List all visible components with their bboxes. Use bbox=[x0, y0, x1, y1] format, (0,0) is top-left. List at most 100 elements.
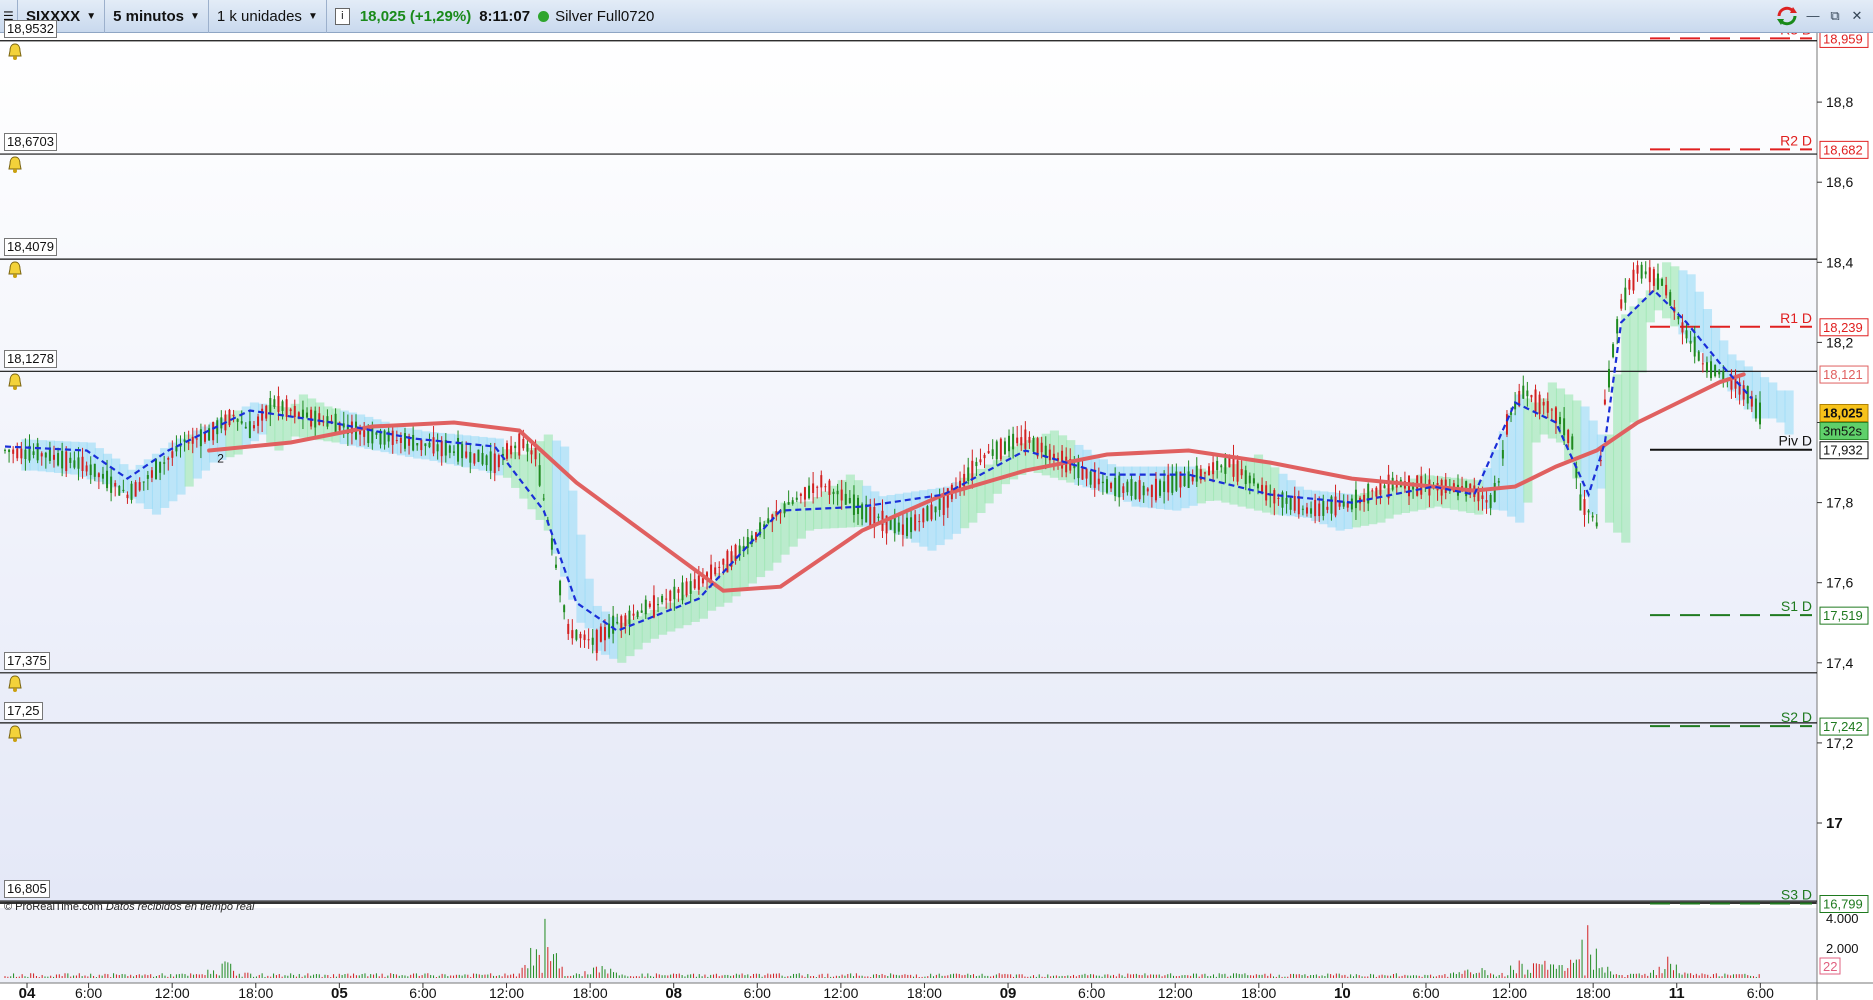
candle-body bbox=[999, 438, 1002, 460]
candle-body bbox=[44, 452, 47, 458]
x-tick-label: 18:00 bbox=[1576, 985, 1611, 1000]
candle-body bbox=[1142, 485, 1145, 496]
candle-body bbox=[1244, 470, 1247, 485]
candle-body bbox=[452, 451, 455, 453]
ma-value: 18,121 bbox=[1823, 367, 1863, 382]
candle-body bbox=[579, 634, 582, 639]
bell-icon[interactable] bbox=[7, 156, 23, 174]
candle-body bbox=[73, 460, 76, 468]
candle-body bbox=[571, 630, 574, 639]
candle-body bbox=[118, 486, 121, 496]
candle-body bbox=[1665, 284, 1668, 296]
y-tick-label: 18,2 bbox=[1826, 334, 1853, 350]
candle-body bbox=[897, 522, 900, 532]
candle-body bbox=[506, 443, 509, 459]
candle-body bbox=[1636, 265, 1639, 274]
cloud-segment bbox=[568, 490, 578, 600]
candle-body bbox=[893, 517, 896, 534]
candle-body bbox=[273, 399, 276, 407]
candle-body bbox=[530, 450, 533, 455]
candle-body bbox=[1097, 478, 1100, 485]
x-tick-label: 12:00 bbox=[823, 985, 858, 1000]
cloud-segment bbox=[1784, 390, 1794, 435]
units-selector[interactable]: 1 k unidades ▼ bbox=[209, 0, 327, 33]
candle-body bbox=[16, 448, 19, 459]
candle-body bbox=[1603, 399, 1606, 405]
candle-body bbox=[146, 475, 149, 479]
candle-body bbox=[836, 490, 839, 495]
x-tick-label: 12:00 bbox=[155, 985, 190, 1000]
candle-body bbox=[1363, 494, 1366, 503]
candle-body bbox=[550, 538, 553, 550]
candle-body bbox=[718, 566, 721, 568]
candle-body bbox=[1546, 401, 1549, 413]
countdown-value: 3m52s bbox=[1823, 423, 1863, 438]
candle-body bbox=[485, 455, 488, 466]
candle-body bbox=[1101, 481, 1104, 484]
candle-body bbox=[640, 610, 643, 613]
candle-body bbox=[77, 457, 80, 469]
candle-body bbox=[195, 438, 198, 440]
candle-body bbox=[1746, 386, 1749, 404]
window-controls: — ⧉ ✕ bbox=[1775, 5, 1865, 27]
pivot-name: R2 D bbox=[1780, 132, 1812, 148]
candle-body bbox=[1554, 407, 1557, 424]
alert-level-label[interactable]: 16,805 bbox=[4, 880, 50, 899]
candle-body bbox=[424, 443, 427, 447]
price-chart[interactable]: R3 D 18,959 R2 D 18,682 R1 D 18,239 Piv D 17,93… bbox=[0, 33, 1873, 1000]
candle-body bbox=[69, 457, 72, 463]
candle-body bbox=[1122, 486, 1125, 493]
candle-body bbox=[420, 439, 423, 451]
candle-body bbox=[685, 581, 688, 596]
bell-icon[interactable] bbox=[7, 725, 23, 743]
cloud-segment bbox=[1523, 398, 1533, 503]
candle-body bbox=[1114, 477, 1117, 497]
candle-body bbox=[922, 508, 925, 523]
bell-icon[interactable] bbox=[7, 675, 23, 693]
info-icon[interactable]: i bbox=[334, 7, 350, 25]
alert-level-label[interactable]: 18,6703 bbox=[4, 133, 57, 152]
candle-body bbox=[1530, 395, 1533, 398]
alert-level-label[interactable]: 17,375 bbox=[4, 651, 50, 670]
candle-body bbox=[1310, 508, 1313, 514]
candle-body bbox=[648, 603, 651, 607]
x-tick-label: 10 bbox=[1334, 985, 1351, 1000]
candle-body bbox=[159, 461, 162, 473]
candle-body bbox=[714, 567, 717, 575]
x-tick-label: 6:00 bbox=[1412, 985, 1439, 1000]
bell-icon[interactable] bbox=[7, 43, 23, 61]
candle-body bbox=[632, 613, 635, 616]
alert-level-label[interactable]: 18,9532 bbox=[4, 19, 57, 38]
x-tick-label: 11 bbox=[1669, 985, 1685, 1000]
candle-body bbox=[869, 506, 872, 526]
candle-body bbox=[1640, 264, 1643, 279]
pivot-name: Piv D bbox=[1779, 433, 1812, 449]
close-icon[interactable]: ✕ bbox=[1849, 8, 1865, 24]
candle-body bbox=[1289, 498, 1292, 510]
candle-body bbox=[542, 498, 545, 500]
alert-level-label[interactable]: 18,1278 bbox=[4, 350, 57, 369]
candle-body bbox=[812, 483, 815, 493]
candle-body bbox=[652, 595, 655, 618]
candle-body bbox=[787, 502, 790, 505]
bell-icon[interactable] bbox=[7, 373, 23, 391]
last-price-value: 18,025 bbox=[1823, 405, 1863, 420]
timeframe-selector[interactable]: 5 minutos ▼ bbox=[105, 0, 209, 33]
pivot-name: R3 D bbox=[1780, 33, 1812, 37]
candle-body bbox=[1285, 497, 1288, 504]
sync-icon[interactable] bbox=[1775, 5, 1799, 27]
candle-body bbox=[657, 604, 660, 606]
alert-level-label[interactable]: 17,25 bbox=[4, 701, 43, 720]
candle-body bbox=[1632, 269, 1635, 291]
candle-body bbox=[363, 430, 366, 437]
candle-body bbox=[285, 399, 288, 417]
bell-icon[interactable] bbox=[7, 261, 23, 279]
x-tick-label: 6:00 bbox=[409, 985, 436, 1000]
candle-body bbox=[930, 504, 933, 520]
candle-body bbox=[473, 453, 476, 464]
candle-body bbox=[1273, 490, 1276, 504]
minimize-icon[interactable]: — bbox=[1805, 8, 1821, 24]
alert-level-label[interactable]: 18,4079 bbox=[4, 238, 57, 257]
restore-icon[interactable]: ⧉ bbox=[1827, 8, 1843, 24]
candle-body bbox=[101, 473, 104, 479]
